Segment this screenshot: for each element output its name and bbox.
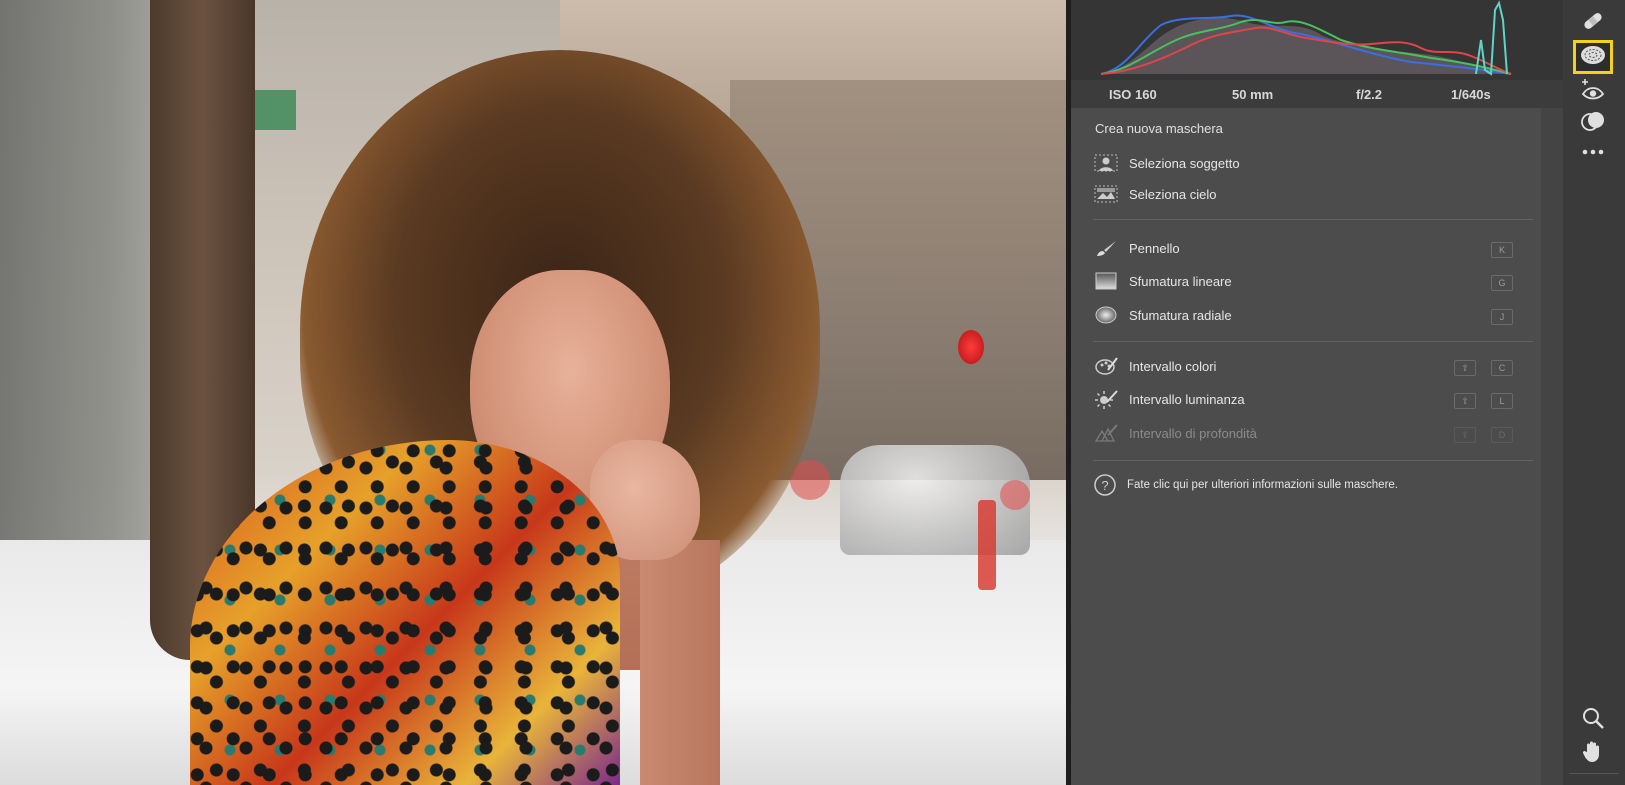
exif-aperture: f/2.2 (1356, 86, 1383, 102)
separator (1093, 460, 1533, 461)
red-eye-tool-button[interactable] (1573, 76, 1613, 110)
select-sky-button[interactable]: Seleziona cielo (1093, 182, 1533, 206)
separator (1093, 341, 1533, 342)
shortcut-key: J (1491, 309, 1513, 325)
hand-icon (1581, 739, 1605, 768)
bokeh-light (1000, 480, 1030, 510)
exif-iso: ISO 160 (1109, 86, 1157, 102)
healing-tool-button[interactable] (1573, 6, 1613, 40)
radial-gradient-button[interactable]: Sfumatura radiale (1093, 303, 1533, 327)
select-subject-button[interactable]: Seleziona soggetto (1093, 151, 1533, 175)
street-sign (250, 90, 296, 130)
shortcut-key: G (1491, 275, 1513, 291)
shortcut-key: C (1491, 360, 1513, 376)
presets-icon (1580, 110, 1606, 137)
linear-gradient-button[interactable]: Sfumatura lineare (1093, 269, 1533, 293)
radial-gradient-icon (1093, 305, 1119, 325)
luminance-range-icon (1093, 389, 1119, 409)
healing-icon (1580, 8, 1606, 39)
photo-canvas[interactable] (0, 0, 1066, 785)
help-icon: ? (1093, 473, 1117, 497)
color-range-icon (1093, 356, 1119, 376)
background-wall (0, 0, 160, 560)
shortcut-key: L (1491, 393, 1513, 409)
svg-text:?: ? (1101, 478, 1108, 493)
shortcut-modifier: ⇧ (1454, 360, 1476, 376)
mask-help-link[interactable]: ? Fate clic qui per ulteriori informazio… (1093, 473, 1398, 497)
exif-bar: ISO 160 50 mm f/2.2 1/640s (1071, 80, 1563, 108)
masking-panel: ISO 160 50 mm f/2.2 1/640s Crea nuova ma… (1071, 0, 1563, 785)
hand-tool-button[interactable] (1573, 736, 1613, 770)
hydrant (978, 500, 996, 590)
more-tools-button[interactable] (1573, 136, 1613, 170)
shortcut-modifier: ⇧ (1454, 427, 1476, 443)
zoom-icon (1581, 706, 1605, 735)
panel-scrollbar[interactable] (1541, 108, 1563, 785)
histogram (1071, 0, 1563, 80)
masking-icon (1579, 44, 1607, 71)
shortcut-key: D (1491, 427, 1513, 443)
presets-tool-button[interactable] (1573, 106, 1613, 140)
brush-button[interactable]: Pennello (1093, 236, 1533, 260)
create-mask-title: Crea nuova maschera (1095, 121, 1223, 136)
tool-strip (1563, 0, 1625, 785)
shortcut-modifier: ⇧ (1454, 393, 1476, 409)
brush-icon (1093, 238, 1119, 258)
toolbar-divider (1569, 773, 1619, 774)
zoom-tool-button[interactable] (1573, 703, 1613, 737)
red-eye-icon (1579, 78, 1607, 108)
linear-gradient-icon (1093, 271, 1119, 291)
separator (1093, 219, 1533, 220)
exif-focal-length: 50 mm (1232, 86, 1274, 102)
select-subject-icon (1093, 153, 1119, 173)
shortcut-key: K (1491, 242, 1513, 258)
traffic-light (958, 330, 984, 364)
select-sky-icon (1093, 184, 1119, 204)
exif-shutter: 1/640s (1451, 86, 1491, 102)
more-icon (1580, 144, 1606, 162)
subject-arm (640, 540, 720, 785)
depth-range-icon (1093, 423, 1119, 443)
masking-tool-button[interactable] (1573, 40, 1613, 74)
